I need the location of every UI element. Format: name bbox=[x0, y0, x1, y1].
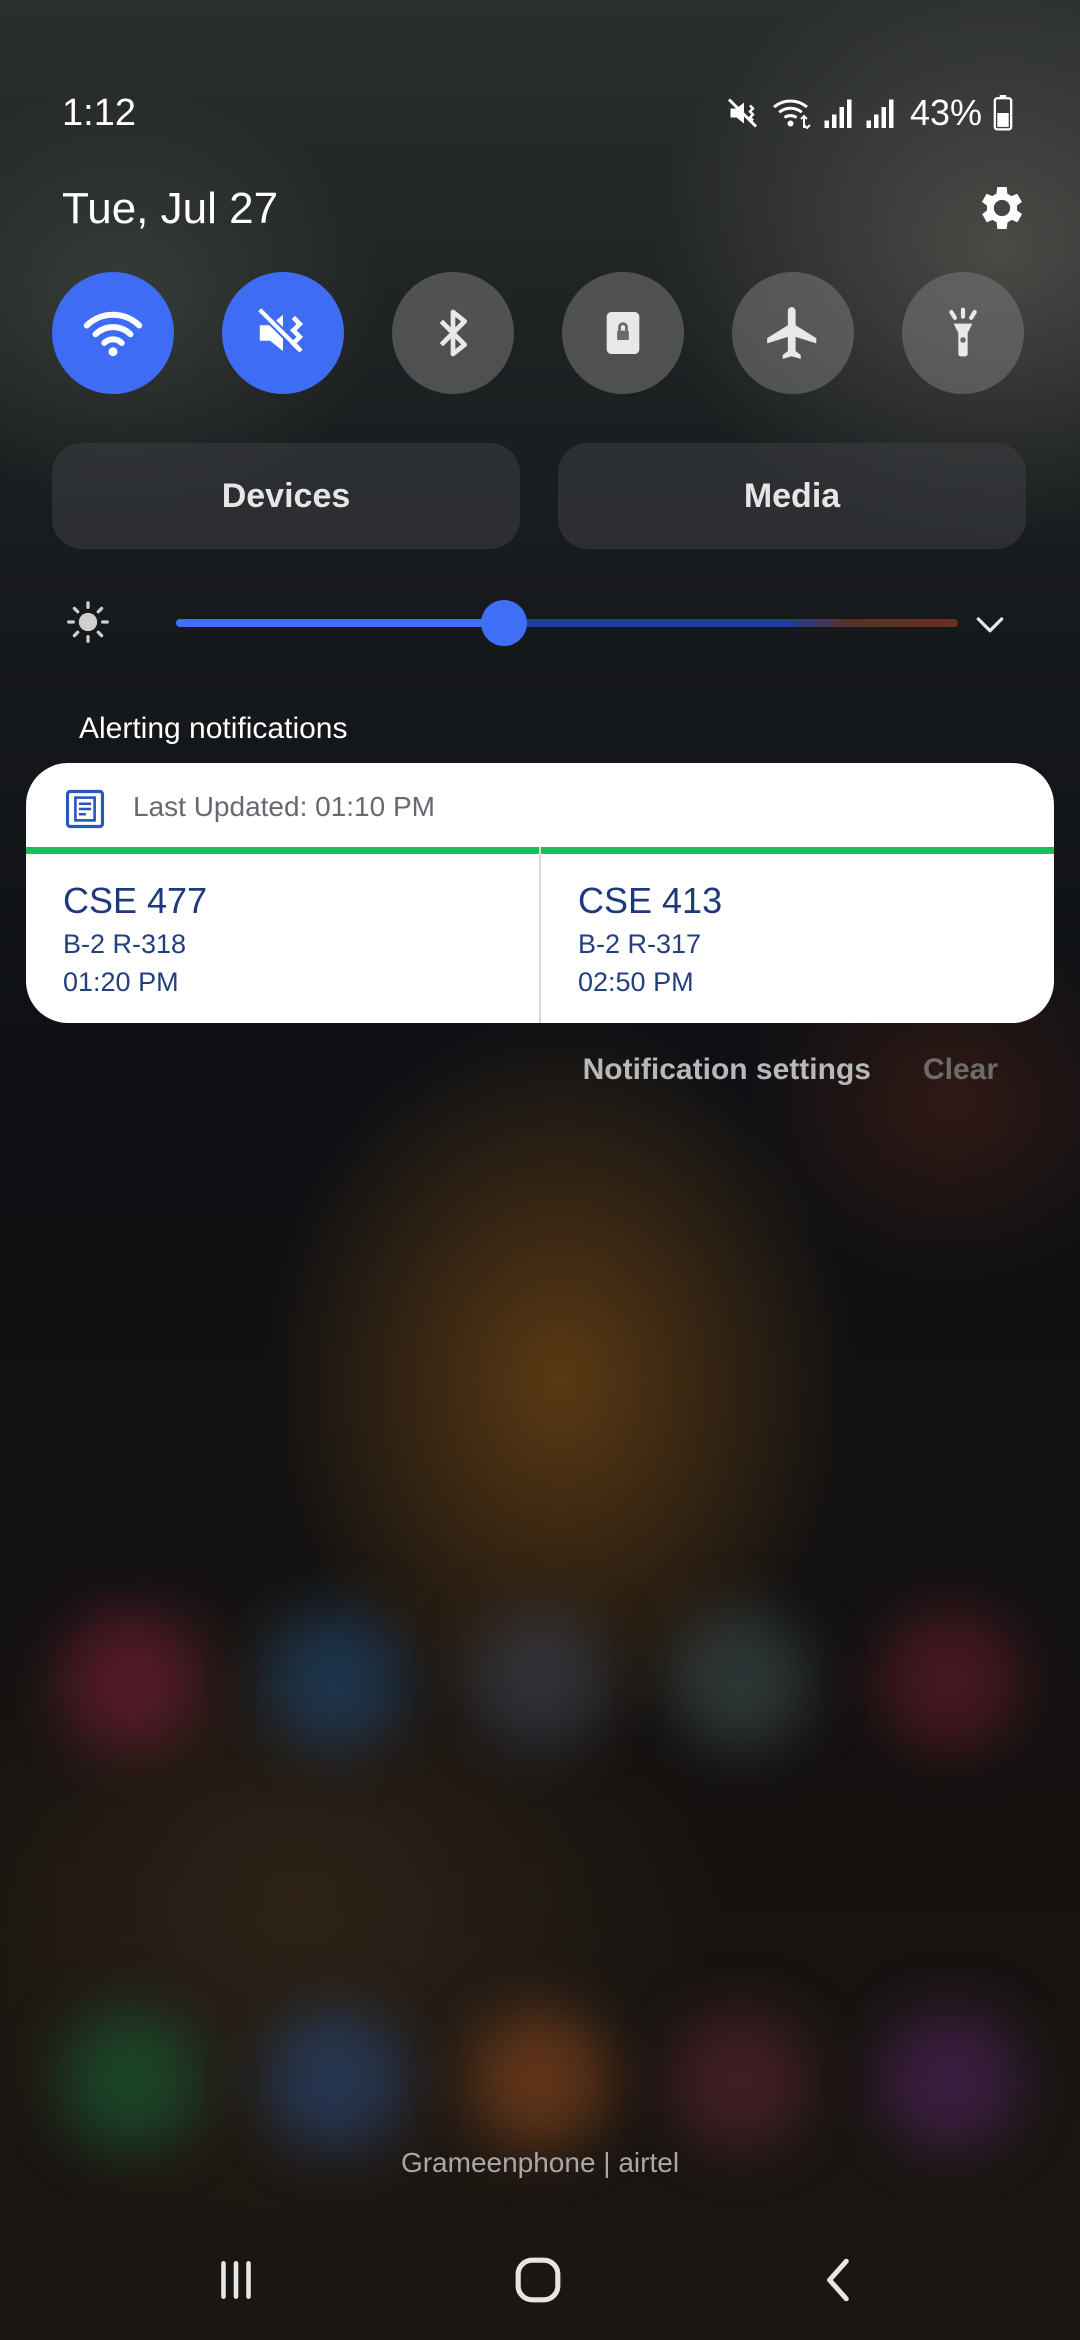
qs-airplane-toggle[interactable] bbox=[732, 272, 854, 394]
app-icon-blur bbox=[470, 1610, 610, 1750]
home-button[interactable] bbox=[478, 2230, 598, 2330]
brightness-slider[interactable] bbox=[176, 600, 958, 646]
app-icon-blur bbox=[470, 2010, 610, 2150]
app-icon-blur bbox=[265, 1610, 405, 1750]
qs-sound-toggle[interactable] bbox=[222, 272, 344, 394]
brightness-slider-thumb[interactable] bbox=[481, 600, 528, 646]
flashlight-icon bbox=[949, 307, 977, 357]
app-icon-blur bbox=[60, 1610, 200, 1750]
brightness-control bbox=[60, 592, 1020, 652]
course-title: CSE 413 bbox=[578, 880, 723, 921]
status-icons: 43% bbox=[726, 92, 1014, 134]
carrier-label: Grameenphone | airtel bbox=[400, 2147, 680, 2178]
chevron-down-icon[interactable] bbox=[970, 604, 1010, 644]
app-icon-blur bbox=[880, 1610, 1020, 1750]
course-item: CSE 477 B-2 R-318 01:20 PM bbox=[63, 881, 207, 1001]
brightness-icon bbox=[67, 601, 109, 643]
last-updated-text: Last Updated: 01:10 PM bbox=[133, 791, 435, 822]
notifications-section-label: Alerting notifications bbox=[79, 712, 348, 745]
course-title: CSE 477 bbox=[63, 880, 208, 921]
course-time: 01:20 PM bbox=[63, 967, 179, 997]
gear-icon bbox=[981, 187, 1023, 229]
app-icon-blur bbox=[670, 2010, 810, 2150]
back-icon bbox=[827, 2258, 849, 2302]
notification-actions: Notification settings Clear bbox=[583, 1053, 998, 1087]
wifi-icon bbox=[83, 311, 143, 357]
app-icon-blur bbox=[60, 2010, 200, 2150]
app-icon-blur bbox=[265, 2010, 405, 2150]
panel-date: Tue, Jul 27 bbox=[62, 184, 279, 233]
brightness-slider-fill bbox=[176, 619, 505, 627]
back-button[interactable] bbox=[780, 2230, 900, 2330]
notification-divider bbox=[539, 847, 541, 1023]
schedule-app-icon bbox=[65, 789, 105, 829]
navigation-bar bbox=[0, 2230, 1080, 2340]
mute-vibrate-icon bbox=[727, 98, 757, 128]
recent-apps-button[interactable] bbox=[176, 2230, 296, 2330]
qs-flashlight-toggle[interactable] bbox=[902, 272, 1024, 394]
course-room: B-2 R-317 bbox=[578, 929, 702, 959]
bluetooth-icon bbox=[439, 309, 467, 357]
settings-button[interactable] bbox=[974, 180, 1030, 236]
devices-button[interactable]: Devices bbox=[52, 443, 520, 549]
mute-icon bbox=[256, 306, 305, 355]
signal-icon bbox=[824, 99, 852, 128]
course-item: CSE 413 B-2 R-317 02:50 PM bbox=[578, 881, 722, 1001]
status-time: 1:12 bbox=[62, 92, 136, 134]
qs-rotation-lock-toggle[interactable] bbox=[562, 272, 684, 394]
quick-settings-row bbox=[52, 272, 1028, 396]
qs-bluetooth-toggle[interactable] bbox=[392, 272, 514, 394]
battery-percent: 43% bbox=[909, 92, 982, 133]
qs-wifi-toggle[interactable] bbox=[52, 272, 174, 394]
app-icon-blur bbox=[880, 2010, 1020, 2150]
app-icon-blur bbox=[670, 1610, 810, 1750]
home-icon bbox=[515, 2257, 561, 2303]
recent-apps-icon bbox=[221, 2261, 251, 2299]
status-bar: 1:12 43% bbox=[0, 0, 1080, 160]
battery-icon bbox=[993, 95, 1013, 131]
signal-icon bbox=[866, 99, 894, 128]
clear-button[interactable]: Clear bbox=[923, 1053, 998, 1087]
media-button[interactable]: Media bbox=[558, 443, 1026, 549]
notification-settings-button[interactable]: Notification settings bbox=[583, 1053, 871, 1087]
wifi-icon bbox=[772, 99, 811, 130]
notification-header: Last Updated: 01:10 PM bbox=[26, 763, 1054, 851]
rotation-lock-icon bbox=[606, 312, 640, 354]
course-time: 02:50 PM bbox=[578, 967, 694, 997]
notification-card[interactable]: Last Updated: 01:10 PM CSE 477 B-2 R-318… bbox=[26, 763, 1054, 1023]
course-room: B-2 R-318 bbox=[63, 929, 187, 959]
airplane-icon bbox=[767, 307, 817, 359]
